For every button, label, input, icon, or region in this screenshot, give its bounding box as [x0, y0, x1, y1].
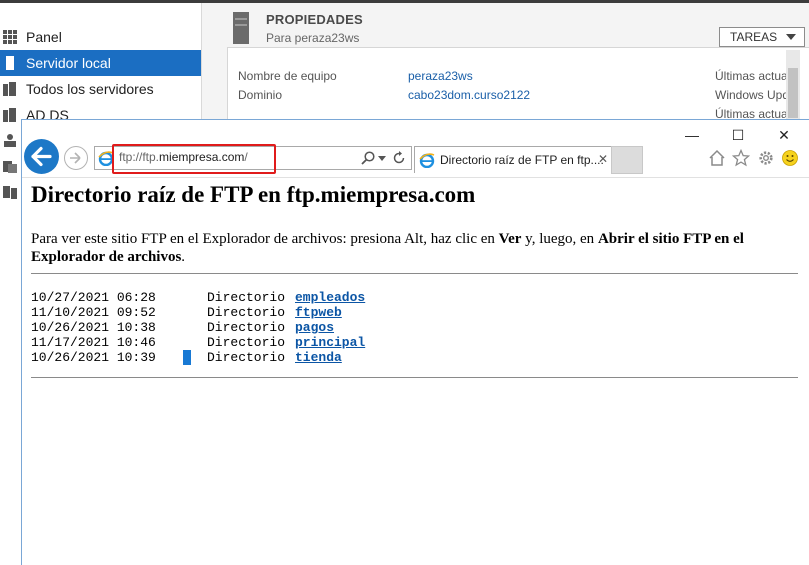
- browser-chrome: — ☐ ✕ ftp://ftp.miempresa.com/ Directori…: [22, 120, 809, 178]
- back-button[interactable]: [24, 139, 59, 174]
- entry-link[interactable]: principal: [295, 335, 365, 350]
- ftp-page: Directorio raíz de FTP en ftp.miempresa.…: [22, 178, 809, 565]
- entry-type: Directorio: [207, 350, 286, 365]
- property-label-last-updates: Últimas actua: [715, 69, 788, 83]
- entry-date: 11/10/2021 09:52: [31, 305, 156, 320]
- entry-link[interactable]: empleados: [295, 290, 365, 305]
- home-icon[interactable]: [708, 149, 726, 167]
- sidebar-item-todos-los-servidores[interactable]: Todos los servidores: [0, 76, 201, 102]
- tasks-dropdown[interactable]: TAREAS: [719, 27, 805, 47]
- role-icon[interactable]: [3, 133, 17, 147]
- page-title: Directorio raíz de FTP en ftp.miempresa.…: [31, 182, 476, 207]
- text-cursor: [183, 350, 191, 365]
- address-bar[interactable]: ftp://ftp.miempresa.com/: [94, 144, 412, 174]
- property-value-computer-name[interactable]: peraza23ws: [408, 69, 473, 83]
- close-icon: ✕: [778, 127, 790, 143]
- entry-date: 10/26/2021 10:38: [31, 320, 156, 335]
- search-icon[interactable]: [360, 150, 376, 166]
- scrollbar-thumb[interactable]: [788, 68, 798, 118]
- instructions-part: y, luego, en: [521, 231, 598, 247]
- entry-date: 11/17/2021 10:46: [31, 335, 156, 350]
- files-icon[interactable]: [3, 159, 17, 173]
- property-value-domain[interactable]: cabo23dom.curso2122: [408, 88, 530, 102]
- address-highlight-box: [112, 144, 276, 174]
- tab-close-icon[interactable]: ✕: [598, 152, 608, 166]
- sidebar-item-panel[interactable]: Panel: [0, 24, 201, 50]
- entry-link[interactable]: ftpweb: [295, 305, 342, 320]
- divider: [31, 273, 798, 274]
- tab-title: Directorio raíz de FTP en ftp....: [440, 153, 604, 167]
- entry-type: Directorio: [207, 335, 286, 350]
- entry-type: Directorio: [207, 290, 286, 305]
- property-label-domain: Dominio: [238, 88, 283, 102]
- section-title: PROPIEDADES: [266, 12, 363, 27]
- new-tab-button[interactable]: [611, 146, 643, 174]
- feedback-smiley-icon[interactable]: [781, 149, 799, 167]
- section-subtitle: Para peraza23ws: [266, 31, 360, 45]
- divider: [31, 377, 798, 378]
- ie-logo-icon: [419, 153, 435, 168]
- favorites-icon[interactable]: [732, 149, 750, 167]
- sidebar-item-label: Servidor local: [26, 55, 111, 71]
- storage-icon[interactable]: [3, 185, 17, 199]
- close-button[interactable]: ✕: [764, 124, 804, 146]
- servers-icon: [3, 82, 16, 96]
- refresh-icon[interactable]: [391, 150, 407, 166]
- chevron-down-icon[interactable]: [378, 156, 386, 161]
- property-label-windows-update: Windows Upd: [715, 88, 790, 102]
- arrow-left-icon: [31, 146, 52, 167]
- entry-date: 10/27/2021 06:28: [31, 290, 156, 305]
- minimize-icon: —: [685, 127, 699, 143]
- property-label-computer-name: Nombre de equipo: [238, 69, 337, 83]
- instructions-part: .: [181, 249, 186, 265]
- server-icon: [6, 56, 14, 70]
- arrow-right-icon: [70, 152, 81, 164]
- instructions-text: Para ver este sitio FTP en el Explorador…: [31, 230, 801, 266]
- properties-scrollbar[interactable]: [786, 50, 800, 120]
- instructions-part: Para ver este sitio FTP en el Explorador…: [31, 231, 499, 247]
- settings-icon[interactable]: [757, 149, 775, 167]
- maximize-icon: ☐: [731, 127, 745, 143]
- chevron-down-icon: [786, 34, 796, 40]
- dashboard-icon: [3, 30, 17, 44]
- tasks-label: TAREAS: [730, 30, 778, 44]
- forward-button[interactable]: [64, 146, 88, 170]
- entry-link[interactable]: pagos: [295, 320, 334, 335]
- maximize-button[interactable]: ☐: [718, 124, 758, 146]
- internet-explorer-window: — ☐ ✕ ftp://ftp.miempresa.com/ Directori…: [21, 119, 809, 565]
- ad-ds-icon: [3, 108, 16, 122]
- minimize-button[interactable]: —: [672, 124, 712, 146]
- properties-server-icon: [233, 12, 249, 44]
- instructions-bold-view: Ver: [498, 231, 522, 247]
- sidebar-item-label: Todos los servidores: [26, 81, 154, 97]
- entry-type: Directorio: [207, 305, 286, 320]
- tab-ftp-directory[interactable]: Directorio raíz de FTP en ftp.... ✕: [414, 146, 612, 173]
- entry-link[interactable]: tienda: [295, 350, 342, 365]
- entry-date: 10/26/2021 10:39: [31, 350, 156, 365]
- sidebar-item-servidor-local[interactable]: Servidor local: [0, 50, 201, 76]
- sidebar-item-label: Panel: [26, 29, 62, 45]
- entry-type: Directorio: [207, 320, 286, 335]
